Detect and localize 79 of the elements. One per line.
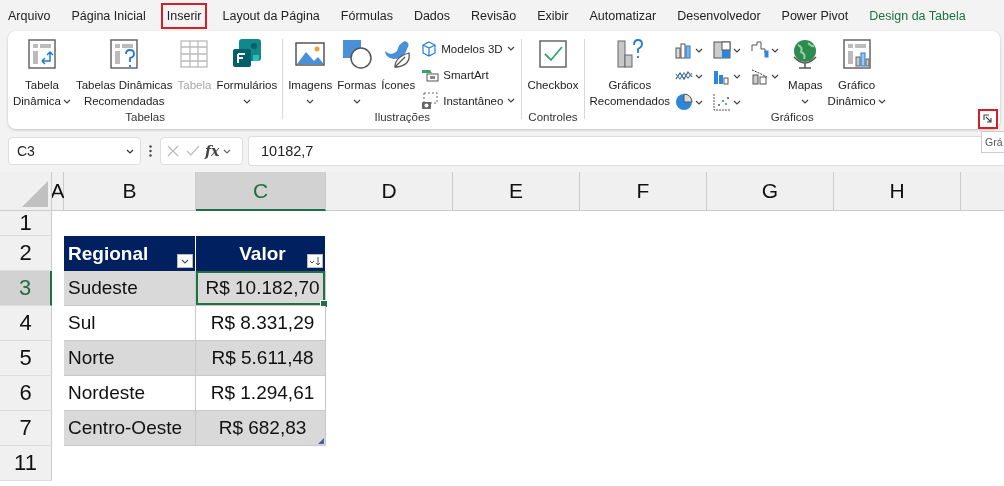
menu-tab[interactable]: Power Pivot: [775, 2, 855, 29]
table-cell: Sul: [64, 306, 196, 341]
name-box[interactable]: C3: [8, 137, 141, 165]
ribbon-button[interactable]: Mapas: [786, 35, 825, 111]
menu-tab[interactable]: Fórmulas: [334, 2, 399, 29]
menu-tab[interactable]: Desenvolvedor: [671, 2, 767, 29]
pie-chart-icon: [675, 93, 694, 111]
table-cell: R$ 682,83: [196, 411, 326, 446]
menu-tab[interactable]: Layout da Página: [216, 2, 326, 29]
table-cell: Nordeste: [64, 376, 196, 411]
group-label: Gráficos: [770, 111, 814, 125]
screenshot-icon: [421, 91, 440, 110]
ribbon-button[interactable]: SmartArt: [418, 63, 519, 86]
tooltip: Grá: [981, 131, 1004, 153]
table-cell: Sudeste: [64, 271, 196, 306]
column-header[interactable]: D: [326, 172, 453, 211]
combo-chart-icon: [751, 67, 770, 85]
column-header[interactable]: F: [580, 172, 707, 211]
resize-handle-icon[interactable]: [318, 438, 324, 444]
ribbon-button[interactable]: Formas: [335, 35, 379, 111]
row-header[interactable]: 5: [0, 341, 52, 376]
table-cell: Centro-Oeste: [64, 411, 196, 446]
group-label: Ilustrações: [374, 111, 431, 125]
row-header[interactable]: 3: [0, 271, 52, 306]
ribbon-button[interactable]: Tabela Dinâmica: [11, 35, 73, 111]
ribbon-button[interactable]: Tabelas Dinâmicas Recomendadas: [73, 35, 175, 111]
column-header[interactable]: A: [52, 172, 64, 211]
ribbon-button[interactable]: Checkbox: [525, 35, 581, 95]
table-cell: R$ 10.182,70: [196, 271, 326, 306]
caret-icon: [126, 148, 134, 154]
column-header[interactable]: C: [196, 172, 326, 211]
ribbon-button[interactable]: Instantâneo: [418, 89, 519, 112]
sort-filter-icon: [309, 256, 321, 266]
row-header[interactable]: 1: [0, 211, 52, 236]
group-label: Tabelas: [125, 111, 165, 125]
menu-tab[interactable]: Dados: [407, 2, 457, 29]
menu-tab[interactable]: Página Inicial: [65, 2, 152, 29]
cube-icon: [421, 40, 438, 57]
menu-tab[interactable]: Inserir: [160, 2, 208, 29]
column-header[interactable]: B: [64, 172, 196, 211]
corner-triangle-icon: [22, 181, 48, 207]
dialog-launcher-button[interactable]: [978, 109, 998, 129]
ribbon-button[interactable]: Formulários: [214, 35, 280, 111]
table-cell: Norte: [64, 341, 196, 376]
treemap-icon: [713, 41, 732, 59]
table-header: Valor: [196, 236, 326, 271]
column-header[interactable]: H: [834, 172, 961, 211]
table-cell: R$ 8.331,29: [196, 306, 326, 341]
filter-button[interactable]: [307, 254, 323, 268]
row-header[interactable]: 4: [0, 306, 52, 341]
bar-chart-icon: [675, 41, 694, 59]
launcher-icon: [983, 114, 993, 124]
menu-tab[interactable]: Automatizar: [583, 2, 663, 29]
menu-tab[interactable]: Design da Tabela: [863, 2, 972, 29]
insert-function-button[interactable]: fx: [205, 143, 220, 159]
caret-icon: [223, 148, 232, 154]
group-label: Controles: [528, 111, 578, 125]
table-cell: R$ 5.611,48: [196, 341, 326, 376]
row-header[interactable]: 7: [0, 411, 52, 446]
table-header: Regional: [64, 236, 196, 271]
row-header[interactable]: 6: [0, 376, 52, 411]
menu-tab[interactable]: Revisão: [465, 2, 523, 29]
column-header[interactable]: E: [453, 172, 580, 211]
menu-tab[interactable]: Arquivo: [2, 2, 57, 29]
column-header[interactable]: G: [707, 172, 834, 211]
menu-tab[interactable]: Exibir: [531, 2, 575, 29]
table-cell: R$ 1.294,61: [196, 376, 326, 411]
ribbon-button[interactable]: Imagens: [286, 35, 335, 111]
ribbon-button[interactable]: Gráficos Recomendados: [587, 35, 673, 111]
ribbon-button[interactable]: Modelos 3D: [418, 37, 519, 60]
filter-button[interactable]: [177, 254, 193, 268]
scatter-chart-icon: [713, 93, 732, 111]
ribbon-button[interactable]: Gráfico Dinâmico: [825, 35, 888, 111]
waterfall-chart-icon: [751, 41, 770, 59]
row-header[interactable]: 2: [0, 236, 52, 271]
row-header[interactable]: 11: [0, 446, 52, 481]
more-icon: [149, 145, 152, 157]
caret-icon: [181, 258, 189, 264]
ribbon-button[interactable]: Ícones: [379, 35, 418, 95]
